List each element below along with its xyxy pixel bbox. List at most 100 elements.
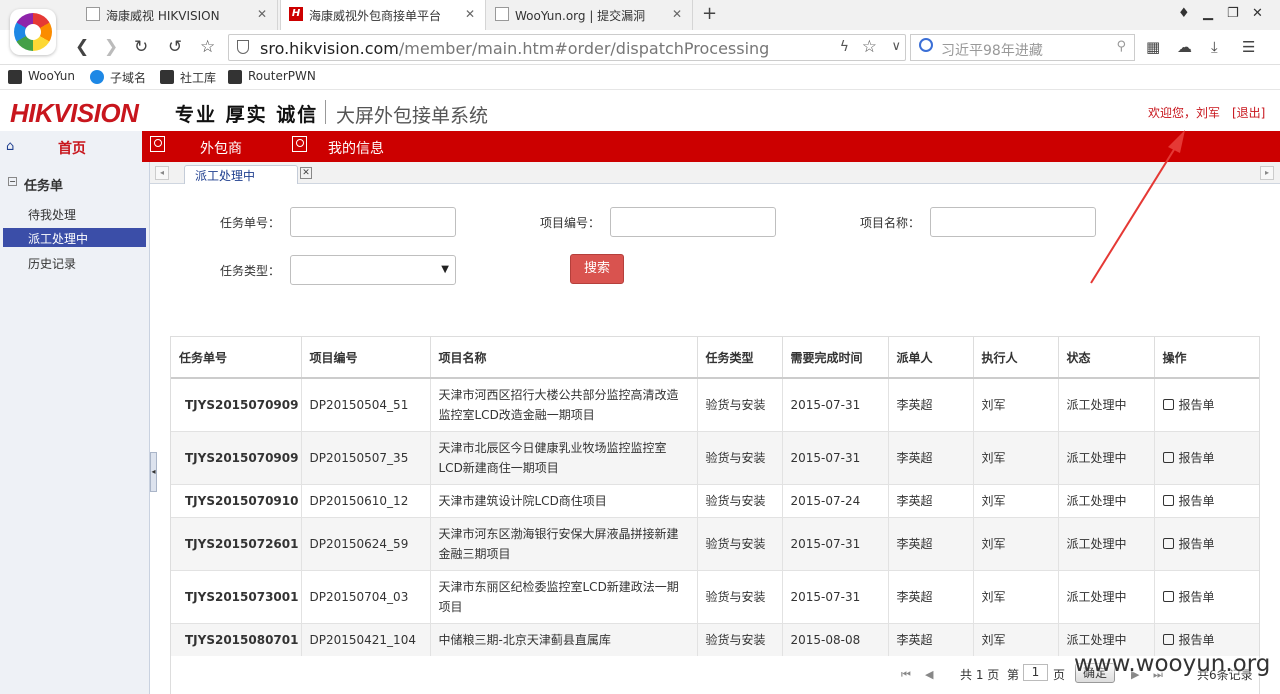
address-bar[interactable]: sro.hikvision.com/member/main.htm#order/… bbox=[228, 34, 906, 61]
welcome-text: 欢迎您，刘军 bbox=[1148, 106, 1221, 120]
new-tab-icon[interactable]: + bbox=[702, 3, 717, 24]
search-icon[interactable]: ⚲ bbox=[1116, 39, 1126, 54]
project-name-input[interactable] bbox=[930, 207, 1096, 237]
report-button[interactable]: 报告单 bbox=[1154, 431, 1259, 485]
browser-tab-2[interactable]: H 海康威视外包商接单平台 ✕ bbox=[280, 0, 486, 30]
report-button[interactable]: 报告单 bbox=[1154, 517, 1259, 571]
nav-item-vendor[interactable]: 外包商 bbox=[150, 131, 260, 162]
task-no-cell: TJYS2015070909 bbox=[171, 431, 302, 485]
executor-cell: 刘军 bbox=[973, 378, 1059, 432]
browser-tab-strip: 海康威视 HIKVISION ✕ H 海康威视外包商接单平台 ✕ WooYun.… bbox=[0, 0, 1280, 30]
sidebar-section-tasks[interactable]: − 任务单 bbox=[8, 175, 63, 194]
project-no-cell: DP20150704_03 bbox=[301, 570, 431, 624]
cloud-icon[interactable]: ☁ bbox=[1177, 38, 1192, 56]
bookmark-wooyun[interactable]: WooYun bbox=[8, 69, 75, 84]
minimize-icon[interactable]: ▁ bbox=[1203, 6, 1213, 21]
task-no-cell: TJYS2015070910 bbox=[171, 484, 302, 518]
apps-grid-icon[interactable]: ▦ bbox=[1146, 38, 1160, 56]
browser-tab-1[interactable]: 海康威视 HIKVISION ✕ bbox=[78, 0, 278, 30]
sidebar-item-history[interactable]: 历史记录 bbox=[3, 253, 146, 272]
bookmark-routerpwn[interactable]: RouterPWN bbox=[228, 69, 316, 84]
report-button[interactable]: 报告单 bbox=[1154, 484, 1259, 518]
executor-cell: 刘军 bbox=[973, 517, 1059, 571]
task-type-label: 任务类型： bbox=[220, 264, 281, 278]
project-no-label: 项目编号： bbox=[540, 216, 601, 230]
table-header-row: 任务单号 项目编号 项目名称 任务类型 需要完成时间 派单人 执行人 状态 操作 bbox=[171, 337, 1259, 379]
page-prefix: 第 bbox=[1007, 668, 1020, 682]
task-type-cell: 验货与安装 bbox=[697, 484, 783, 518]
status-cell: 派工处理中 bbox=[1058, 378, 1155, 432]
project-name-label: 项目名称： bbox=[860, 216, 921, 230]
tab-scroll-right-icon[interactable]: ▸ bbox=[1260, 166, 1274, 180]
report-button[interactable]: 报告单 bbox=[1154, 570, 1259, 624]
wooyun-icon bbox=[8, 70, 22, 84]
close-tab-icon[interactable]: ✕ bbox=[465, 7, 475, 21]
skin-icon[interactable]: ♦ bbox=[1178, 6, 1190, 21]
table-row: TJYS2015073001 DP20150704_03 天津市东丽区纪检委监控… bbox=[171, 570, 1259, 624]
search-box[interactable]: 习近平98年进藏 ⚲ bbox=[910, 34, 1135, 61]
report-button[interactable]: 报告单 bbox=[1154, 378, 1259, 432]
sidebar-collapse-handle[interactable]: ◂ bbox=[150, 452, 157, 492]
bookmark-subdomain[interactable]: 子域名 bbox=[90, 69, 146, 86]
close-window-icon[interactable]: ✕ bbox=[1252, 6, 1263, 21]
project-name-cell: 天津市建筑设计院LCD商住项目 bbox=[430, 484, 698, 518]
close-tab-icon[interactable]: ✕ bbox=[257, 7, 267, 21]
bookmark-sgk[interactable]: 社工库 bbox=[160, 69, 216, 86]
project-no-input[interactable] bbox=[610, 207, 776, 237]
task-no-cell: TJYS2015080701 bbox=[171, 623, 302, 657]
executor-cell: 刘军 bbox=[973, 570, 1059, 624]
tab-scroll-left-icon[interactable]: ◂ bbox=[155, 166, 169, 180]
undo-icon[interactable]: ↺ bbox=[168, 37, 182, 57]
menu-icon[interactable]: ☰ bbox=[1242, 38, 1255, 56]
sidebar-home[interactable]: ⌂ 首页 bbox=[0, 131, 142, 162]
bookmark-star-icon[interactable]: ☆ bbox=[200, 37, 215, 57]
executor-cell: 刘军 bbox=[973, 484, 1059, 518]
search-button[interactable]: 搜索 bbox=[570, 254, 624, 284]
project-name-cell: 中储粮三期-北京天津蓟县直属库 bbox=[430, 623, 698, 657]
column-header: 任务单号 bbox=[171, 337, 302, 379]
nav-item-my-info[interactable]: 我的信息 bbox=[292, 131, 402, 162]
hikvision-favicon: H bbox=[289, 7, 303, 21]
reload-icon[interactable]: ↻ bbox=[134, 37, 148, 57]
favorite-star-icon[interactable]: ☆ bbox=[862, 37, 877, 57]
prev-page-icon[interactable]: ◀ bbox=[925, 668, 933, 681]
page-number-input[interactable]: 1 bbox=[1023, 664, 1048, 681]
chevron-down-icon[interactable]: ∨ bbox=[891, 39, 901, 54]
column-header: 状态 bbox=[1058, 337, 1155, 379]
url-text: sro.hikvision.com/member/main.htm#order/… bbox=[260, 39, 770, 58]
task-no-input[interactable] bbox=[290, 207, 456, 237]
lightning-icon[interactable]: ϟ bbox=[840, 39, 849, 55]
table-row: TJYS2015072601 DP20150624_59 天津市河东区渤海银行安… bbox=[171, 517, 1259, 571]
back-icon[interactable]: ❮ bbox=[75, 37, 89, 57]
task-type-cell: 验货与安装 bbox=[697, 517, 783, 571]
system-name: 大屏外包接单系统 bbox=[336, 105, 489, 127]
browser-toolbar: ❮ ❯ ↻ ↺ ☆ sro.hikvision.com/member/main.… bbox=[0, 30, 1280, 65]
first-page-icon[interactable]: ⏮ bbox=[901, 668, 911, 682]
logout-link[interactable]: [退出] bbox=[1232, 104, 1265, 121]
chevron-down-icon: ▼ bbox=[441, 264, 449, 275]
status-cell: 派工处理中 bbox=[1058, 517, 1155, 571]
project-name-cell: 天津市北辰区今日健康乳业牧场监控监控室LCD新建商住一期项目 bbox=[430, 431, 698, 485]
browser-tab-3[interactable]: WooYun.org | 提交漏洞 ✕ bbox=[487, 0, 693, 30]
user-icon bbox=[150, 136, 165, 152]
due-date-cell: 2015-07-31 bbox=[782, 378, 889, 432]
close-tab-icon[interactable]: ✕ bbox=[672, 7, 682, 21]
browser-logo-icon[interactable] bbox=[10, 9, 56, 55]
tab-dispatch-processing[interactable]: 派工处理中 bbox=[184, 165, 298, 184]
project-no-cell: DP20150507_35 bbox=[301, 431, 431, 485]
task-type-select[interactable]: ▼ bbox=[290, 255, 456, 285]
dispatcher-cell: 李英超 bbox=[888, 623, 974, 657]
sidebar-item-dispatch-processing[interactable]: 派工处理中 bbox=[3, 228, 146, 247]
close-icon[interactable]: ✕ bbox=[300, 167, 312, 179]
maximize-icon[interactable]: ❐ bbox=[1227, 6, 1239, 21]
download-icon[interactable]: ⤓ bbox=[1211, 38, 1218, 56]
edit-icon bbox=[1162, 537, 1174, 549]
edit-icon bbox=[1162, 451, 1174, 463]
task-table: 任务单号 项目编号 项目名称 任务类型 需要完成时间 派单人 执行人 状态 操作… bbox=[170, 336, 1260, 694]
collapse-toggle-icon[interactable]: − bbox=[8, 177, 17, 186]
sidebar-item-pending[interactable]: 待我处理 bbox=[3, 204, 146, 223]
project-no-cell: DP20150624_59 bbox=[301, 517, 431, 571]
forward-icon[interactable]: ❯ bbox=[104, 37, 118, 57]
shield-icon bbox=[237, 40, 249, 54]
column-header: 执行人 bbox=[973, 337, 1059, 379]
